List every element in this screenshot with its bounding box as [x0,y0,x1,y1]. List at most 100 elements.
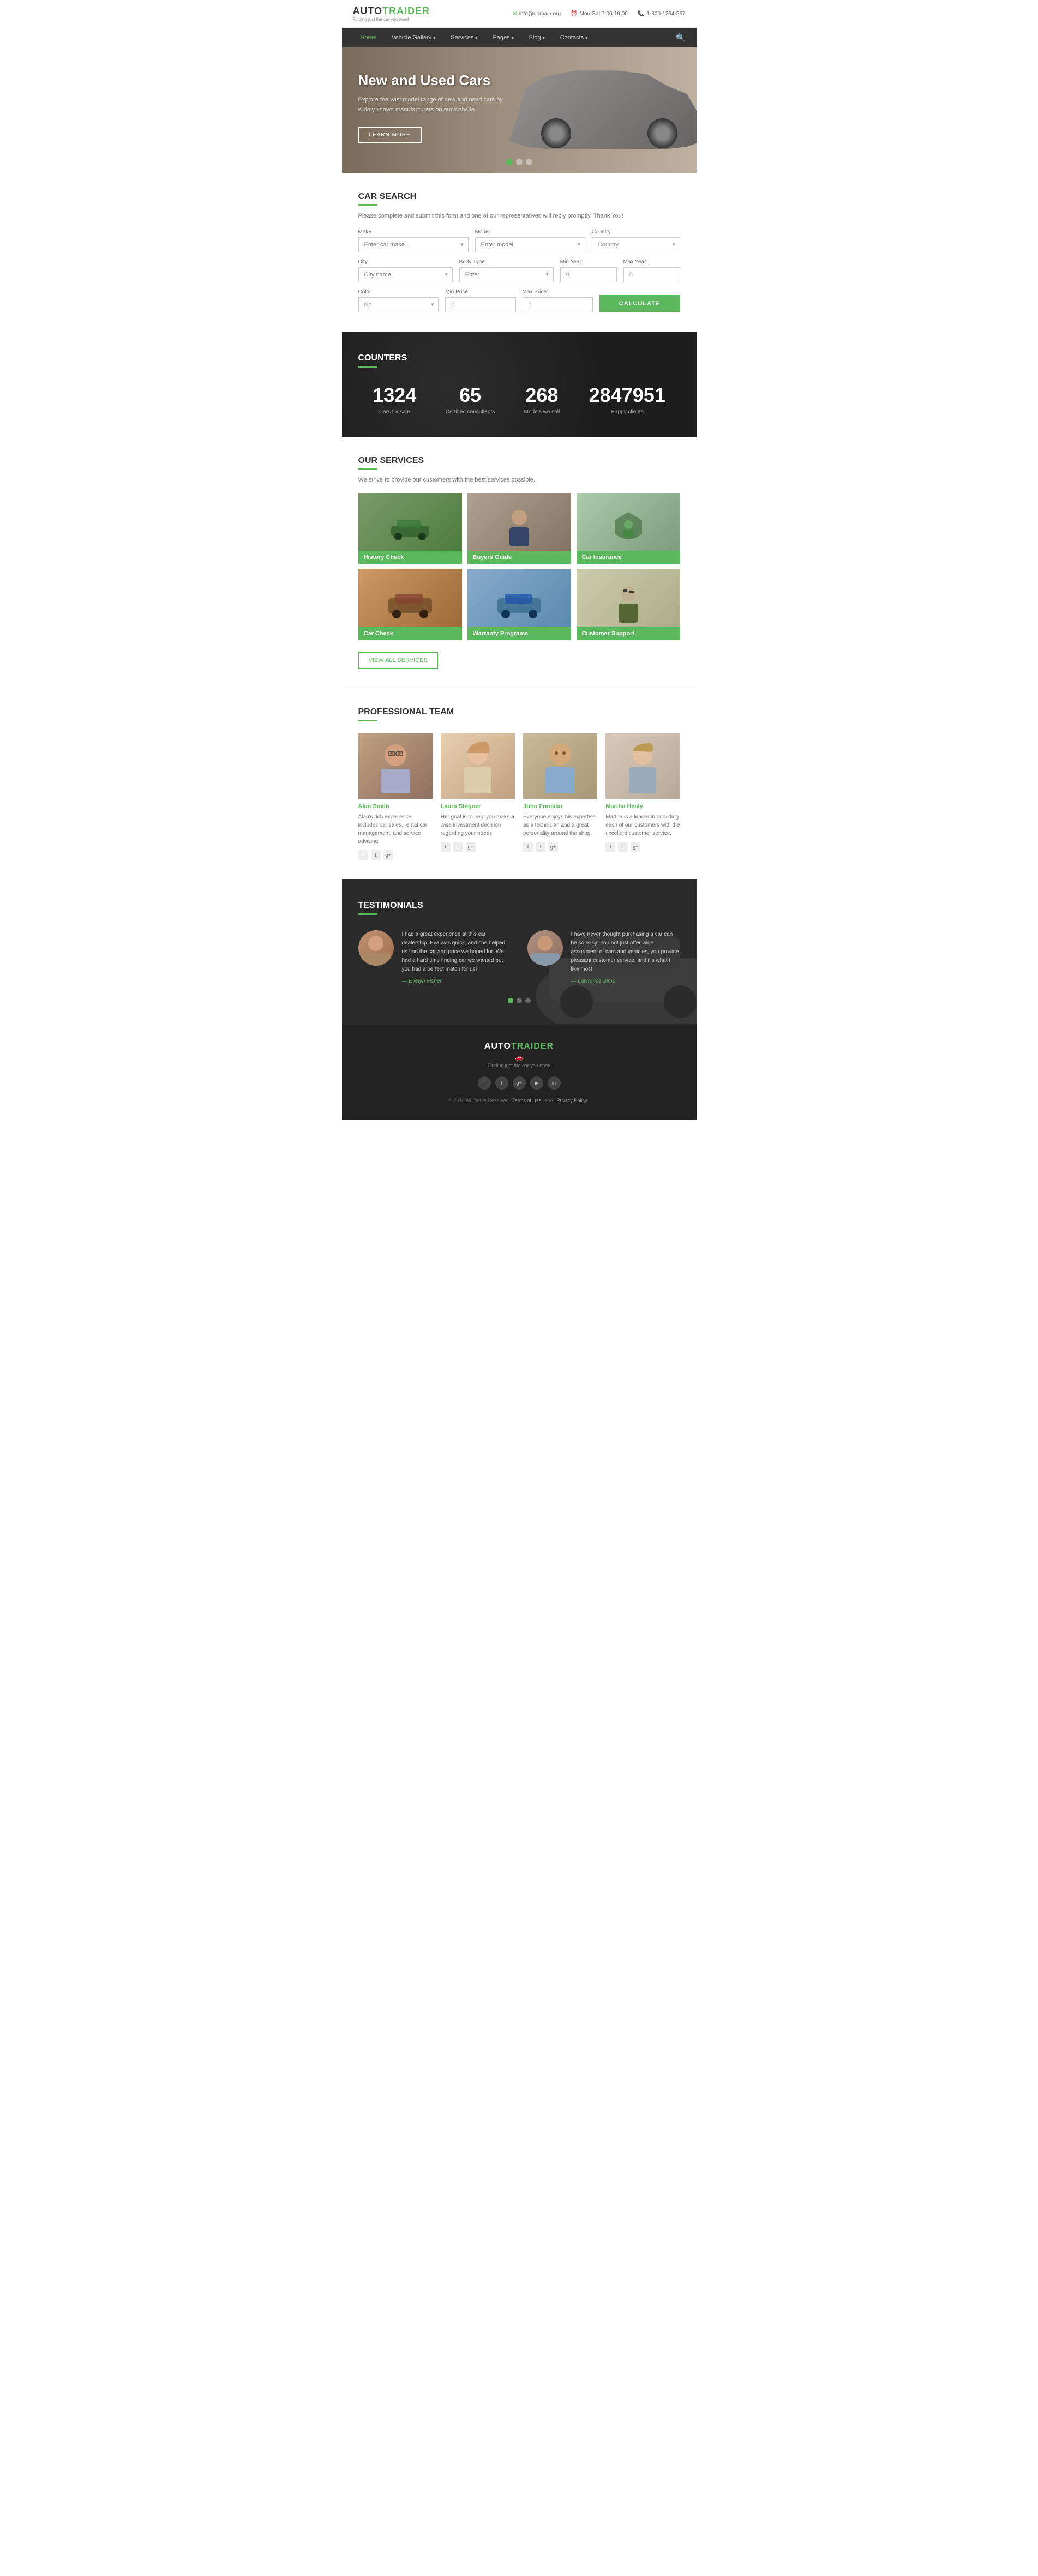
testimonial-content-2: I have never thought purchasing a car ca… [571,930,680,984]
twitter-icon[interactable]: t [536,842,545,852]
team-member-martha: Martha Healy Martha is a leader in provi… [605,733,680,860]
services-desc: We strive to provide our customers with … [358,477,680,483]
car-search-section: CAR SEARCH Please complete and submit th… [342,173,697,332]
chevron-down-icon: ▾ [543,35,545,40]
team-socials-alan: f t g+ [358,850,433,860]
counters-section: COUNTERS 1324 Cars for sale 65 Certified… [342,332,697,437]
max-price-input[interactable] [523,297,593,312]
nav-search-button[interactable]: 🔍 [676,33,685,43]
view-all-services-button[interactable]: VIEW ALL SERVICES [358,652,438,669]
hero-dot-3[interactable] [526,159,532,165]
body-type-label: Body Type: [459,259,554,265]
model-input[interactable] [476,238,585,252]
services-line [358,468,377,470]
testimonial-dot-2[interactable] [517,998,522,1003]
header: AUTOTRAIDER Finding just the car you nee… [342,0,697,28]
service-card-warranty[interactable]: Warranty Programs [467,569,571,640]
privacy-link[interactable]: Privacy Policy [556,1098,587,1103]
googleplus-icon[interactable]: g+ [383,850,393,860]
min-price-group: Min Price: [445,289,515,312]
nav-item-pages[interactable]: Pages ▾ [485,28,521,47]
facebook-icon[interactable]: f [441,842,451,852]
service-card-buyers-guide[interactable]: Buyers Guide [467,493,571,564]
counter-label-1: Certified consultants [446,409,495,415]
nav: Home Vehicle Gallery ▾ Services ▾ Pages … [342,28,697,47]
testimonial-item-2: I have never thought purchasing a car ca… [527,930,680,984]
warranty-img [495,590,544,620]
max-year-group: Max Year: [623,259,680,282]
counter-number-1: 65 [446,384,495,407]
testimonial-dot-3[interactable] [525,998,531,1003]
country-select[interactable]: Country [592,238,680,252]
googleplus-icon[interactable]: g+ [548,842,558,852]
calculate-button[interactable]: CALCULATE [599,295,680,312]
counters-title: COUNTERS [358,353,680,363]
terms-link[interactable]: Terms of Use [512,1098,541,1103]
team-desc-laura: Her goal is to help you make a wise inve… [441,813,515,838]
logo[interactable]: AUTOTRAIDER Finding just the car you nee… [353,5,430,22]
footer-googleplus-icon[interactable]: g+ [513,1076,526,1090]
min-year-input[interactable] [560,267,617,282]
make-input[interactable] [359,238,468,252]
facebook-icon[interactable]: f [358,850,368,860]
form-row-1: Make ▾ Model ▾ Country ▾ Country [358,229,680,252]
testimonials-section: TESTIMONIALS I had a great experience at… [342,879,697,1025]
model-label: Model [475,229,585,235]
nav-item-blog[interactable]: Blog ▾ [521,28,553,47]
hero-dot-2[interactable] [516,159,523,165]
testimonial-content-1: I had a great experience at this car dea… [402,930,511,984]
min-price-label: Min Price: [445,289,515,295]
nav-items: Home Vehicle Gallery ▾ Services ▾ Pages … [353,28,596,47]
footer-facebook-icon[interactable]: f [478,1076,491,1090]
footer-twitter-icon[interactable]: t [495,1076,508,1090]
min-price-input[interactable] [445,297,515,312]
nav-item-contacts[interactable]: Contacts ▾ [553,28,595,47]
nav-item-vehicle-gallery[interactable]: Vehicle Gallery ▾ [384,28,443,47]
footer-youtube-icon[interactable]: ▶ [530,1076,543,1090]
googleplus-icon[interactable]: g+ [466,842,476,852]
calculate-btn-group: CALCULATE [599,295,680,312]
services-grid: History Check Buyers Guide Car [358,493,680,640]
hero-dot-1[interactable] [506,159,513,165]
service-card-car-insurance[interactable]: Car Insurance [577,493,680,564]
facebook-icon[interactable]: f [523,842,533,852]
clock-icon: ⏰ [571,11,577,17]
car-search-line [358,204,377,206]
services-title: OUR SERVICES [358,456,680,466]
nav-item-services[interactable]: Services ▾ [443,28,485,47]
team-photo-laura [441,733,515,799]
twitter-icon[interactable]: t [618,842,628,852]
team-grid: Alan Smith Alan's rich experience includ… [358,733,680,860]
twitter-icon[interactable]: t [453,842,463,852]
chevron-down-icon: ▾ [512,35,514,40]
city-label: City [358,259,453,265]
chevron-down-icon: ▾ [433,35,435,40]
footer-socials: f t g+ ▶ in [358,1076,680,1090]
testimonial-author-1: — Evelyn Fisher [402,978,511,984]
twitter-icon[interactable]: t [371,850,381,860]
service-card-car-check[interactable]: Car Check [358,569,462,640]
facebook-icon[interactable]: f [605,842,615,852]
model-group: Model ▾ [475,229,585,252]
service-card-history-check[interactable]: History Check [358,493,462,564]
service-card-customer-support[interactable]: Customer Support [577,569,680,640]
avatar-lawrence [527,930,563,966]
testimonial-author-2: — Lawrence Sims [571,978,680,984]
car-search-desc: Please complete and submit this form and… [358,213,680,219]
nav-item-home[interactable]: Home [353,28,384,47]
footer-linkedin-icon[interactable]: in [548,1076,561,1090]
testimonials-grid: I had a great experience at this car dea… [358,930,680,984]
team-photo-john [523,733,597,799]
color-select[interactable]: No [359,298,439,312]
body-type-group: Body Type: ▾ [459,259,554,282]
testimonial-dot-1[interactable] [508,998,513,1003]
team-member-alan: Alan Smith Alan's rich experience includ… [358,733,433,860]
car-check-img [386,590,435,620]
city-input[interactable] [359,268,452,282]
counter-item-1: 65 Certified consultants [446,384,495,415]
learn-more-button[interactable]: LEARN MORE [358,127,422,143]
logo-tagline: Finding just the car you need [353,17,430,22]
googleplus-icon[interactable]: g+ [631,842,640,852]
body-type-input[interactable] [460,268,553,282]
max-year-input[interactable] [623,267,680,282]
